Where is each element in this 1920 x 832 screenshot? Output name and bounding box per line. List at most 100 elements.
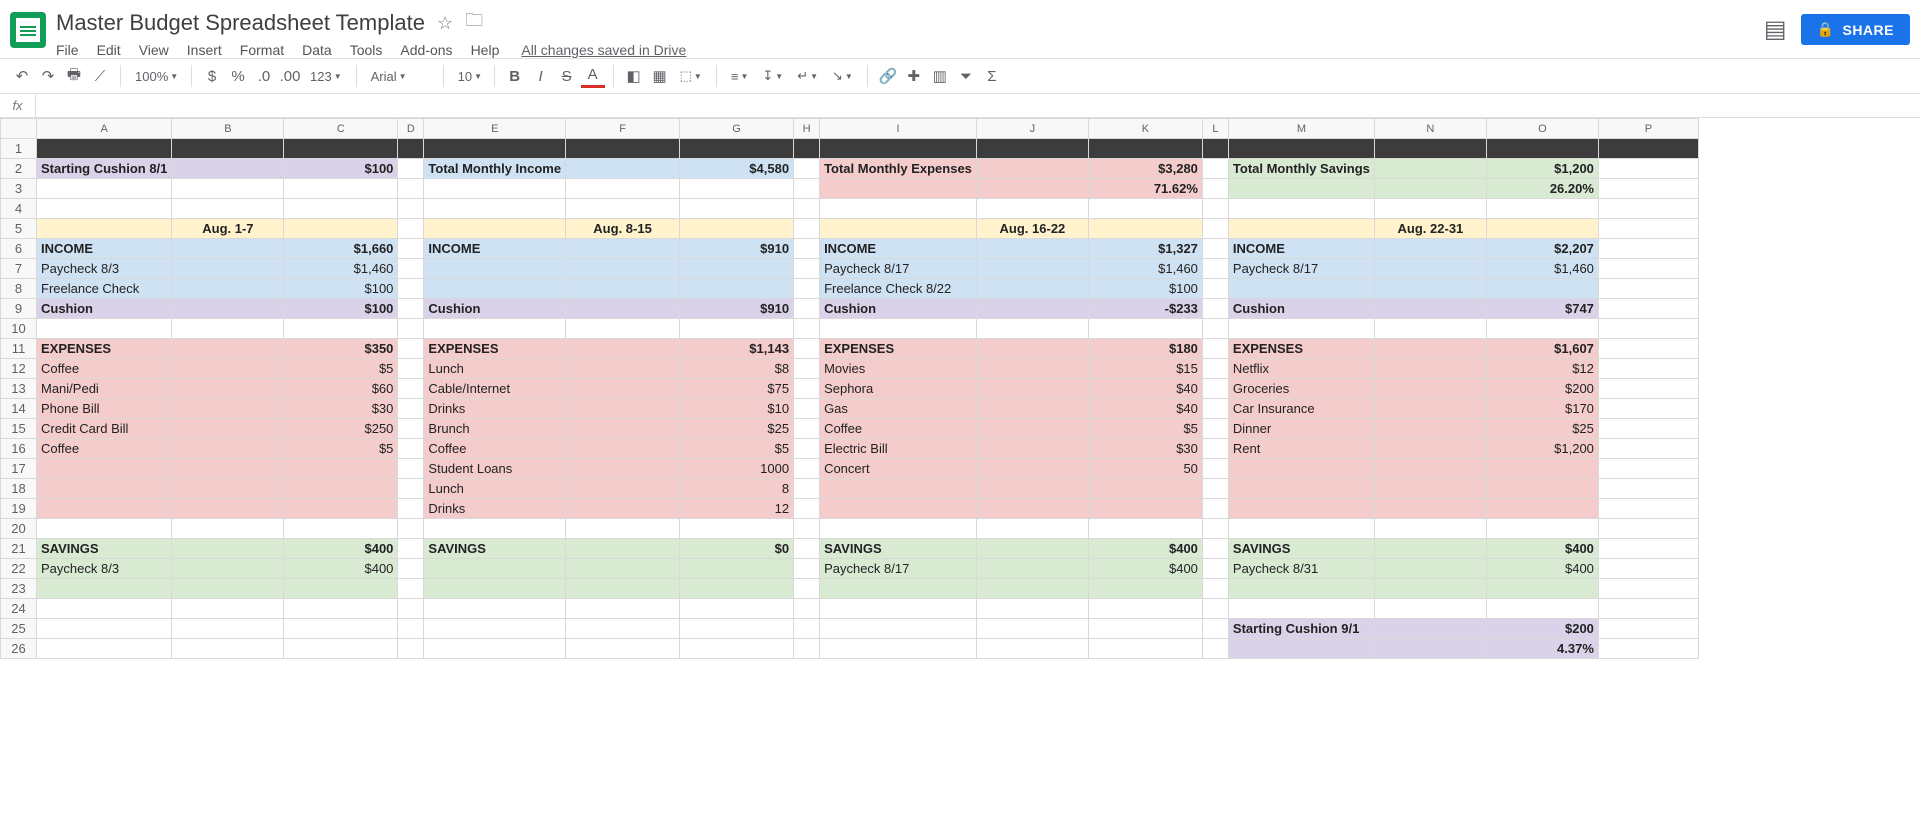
cell-A9[interactable]: Cushion <box>37 299 172 319</box>
cell-H1[interactable] <box>794 139 820 159</box>
cell-H26[interactable] <box>794 639 820 659</box>
cell-N10[interactable] <box>1374 319 1486 339</box>
cell-E3[interactable] <box>424 179 566 199</box>
cell-D3[interactable] <box>398 179 424 199</box>
cell-I6[interactable]: INCOME <box>820 239 977 259</box>
cell-A8[interactable]: Freelance Check <box>37 279 172 299</box>
cell-F26[interactable] <box>566 639 680 659</box>
cell-N20[interactable] <box>1374 519 1486 539</box>
percent-icon[interactable]: % <box>226 64 250 88</box>
cell-M1[interactable] <box>1228 139 1374 159</box>
row-header-10[interactable]: 10 <box>1 319 37 339</box>
cell-B14[interactable] <box>172 399 284 419</box>
cell-O6[interactable]: $2,207 <box>1486 239 1598 259</box>
cell-M26[interactable] <box>1228 639 1374 659</box>
cell-D22[interactable] <box>398 559 424 579</box>
cell-P9[interactable] <box>1598 299 1698 319</box>
cell-B11[interactable] <box>172 339 284 359</box>
row-header-17[interactable]: 17 <box>1 459 37 479</box>
cell-H5[interactable] <box>794 219 820 239</box>
cell-F21[interactable] <box>566 539 680 559</box>
cell-K16[interactable]: $30 <box>1088 439 1202 459</box>
cell-F7[interactable] <box>566 259 680 279</box>
cell-N21[interactable] <box>1374 539 1486 559</box>
cell-M22[interactable]: Paycheck 8/31 <box>1228 559 1374 579</box>
row-header-12[interactable]: 12 <box>1 359 37 379</box>
cell-M20[interactable] <box>1228 519 1374 539</box>
cell-O16[interactable]: $1,200 <box>1486 439 1598 459</box>
cell-B24[interactable] <box>172 599 284 619</box>
cell-O3[interactable]: 26.20% <box>1486 179 1598 199</box>
cell-M19[interactable] <box>1228 499 1374 519</box>
cell-O25[interactable]: $200 <box>1486 619 1598 639</box>
spreadsheet-grid[interactable]: ABCDEFGHIJKLMNOP12Starting Cushion 8/1$1… <box>0 118 1920 832</box>
cell-F23[interactable] <box>566 579 680 599</box>
paint-format-icon[interactable]: ⟋ <box>88 64 112 88</box>
cell-P2[interactable] <box>1598 159 1698 179</box>
cell-B20[interactable] <box>172 519 284 539</box>
cell-M23[interactable] <box>1228 579 1374 599</box>
column-header-K[interactable]: K <box>1088 119 1202 139</box>
cell-L10[interactable] <box>1202 319 1228 339</box>
cell-E25[interactable] <box>424 619 566 639</box>
cell-L11[interactable] <box>1202 339 1228 359</box>
cell-B16[interactable] <box>172 439 284 459</box>
cell-M24[interactable] <box>1228 599 1374 619</box>
cell-C11[interactable]: $350 <box>284 339 398 359</box>
cell-B23[interactable] <box>172 579 284 599</box>
cell-K7[interactable]: $1,460 <box>1088 259 1202 279</box>
cell-L13[interactable] <box>1202 379 1228 399</box>
cell-J14[interactable] <box>976 399 1088 419</box>
cell-E7[interactable] <box>424 259 566 279</box>
cell-F15[interactable] <box>566 419 680 439</box>
cell-N24[interactable] <box>1374 599 1486 619</box>
cell-N14[interactable] <box>1374 399 1486 419</box>
cell-A22[interactable]: Paycheck 8/3 <box>37 559 172 579</box>
cell-O23[interactable] <box>1486 579 1598 599</box>
cell-B17[interactable] <box>172 459 284 479</box>
cell-J21[interactable] <box>976 539 1088 559</box>
cell-L3[interactable] <box>1202 179 1228 199</box>
align-horizontal-dropdown[interactable]: ≡▼ <box>725 69 755 84</box>
cell-A17[interactable] <box>37 459 172 479</box>
cell-N22[interactable] <box>1374 559 1486 579</box>
cell-O15[interactable]: $25 <box>1486 419 1598 439</box>
align-vertical-dropdown[interactable]: ↧▼ <box>756 68 789 84</box>
cell-E17[interactable]: Student Loans <box>424 459 566 479</box>
cell-P4[interactable] <box>1598 199 1698 219</box>
cell-M21[interactable]: SAVINGS <box>1228 539 1374 559</box>
cell-F17[interactable] <box>566 459 680 479</box>
cell-F25[interactable] <box>566 619 680 639</box>
cell-I18[interactable] <box>820 479 977 499</box>
cell-B10[interactable] <box>172 319 284 339</box>
cell-I22[interactable]: Paycheck 8/17 <box>820 559 977 579</box>
cell-L6[interactable] <box>1202 239 1228 259</box>
cell-J2[interactable] <box>976 159 1088 179</box>
cell-D19[interactable] <box>398 499 424 519</box>
cell-G9[interactable]: $910 <box>680 299 794 319</box>
cell-A5[interactable] <box>37 219 172 239</box>
cell-K1[interactable] <box>1088 139 1202 159</box>
cell-C3[interactable] <box>284 179 398 199</box>
increase-decimal-icon[interactable]: .00 <box>278 64 302 88</box>
filter-icon[interactable]: ⏷ <box>954 64 978 88</box>
cell-A3[interactable] <box>37 179 172 199</box>
print-icon[interactable]: 🖶 <box>62 64 86 88</box>
cell-D9[interactable] <box>398 299 424 319</box>
cell-G8[interactable] <box>680 279 794 299</box>
cell-C2[interactable]: $100 <box>284 159 398 179</box>
cell-E10[interactable] <box>424 319 566 339</box>
row-header-23[interactable]: 23 <box>1 579 37 599</box>
cell-C25[interactable] <box>284 619 398 639</box>
cell-D18[interactable] <box>398 479 424 499</box>
cell-H24[interactable] <box>794 599 820 619</box>
cell-B18[interactable] <box>172 479 284 499</box>
cell-C10[interactable] <box>284 319 398 339</box>
cell-G6[interactable]: $910 <box>680 239 794 259</box>
cell-M3[interactable] <box>1228 179 1374 199</box>
cell-H2[interactable] <box>794 159 820 179</box>
cell-O13[interactable]: $200 <box>1486 379 1598 399</box>
cell-B1[interactable] <box>172 139 284 159</box>
number-formats-dropdown[interactable]: 123▼ <box>304 69 348 84</box>
cell-H10[interactable] <box>794 319 820 339</box>
